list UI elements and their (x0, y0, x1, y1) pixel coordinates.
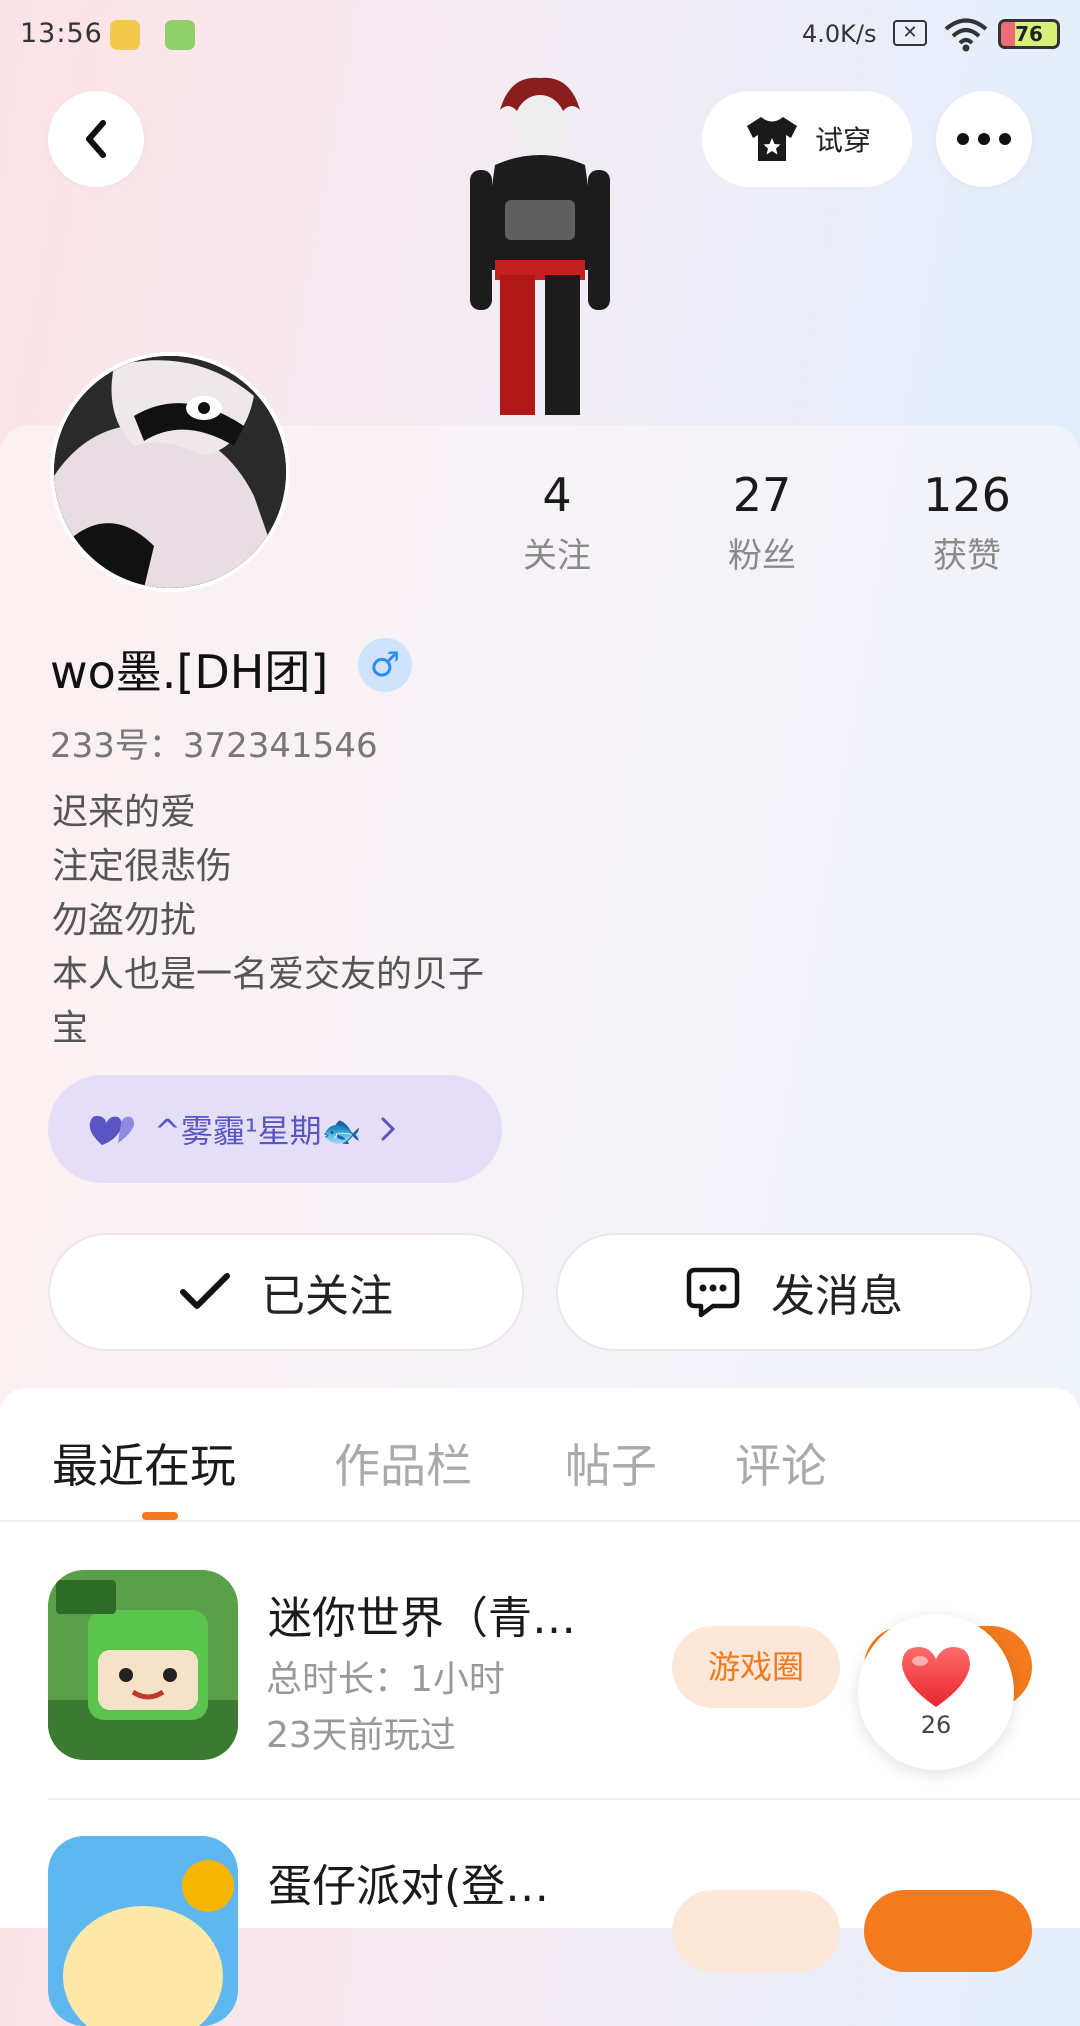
bio-line: 迟来的爱 (52, 792, 197, 833)
more-options-button[interactable] (936, 91, 1032, 187)
like-float-button[interactable]: 26 (858, 1614, 1014, 1770)
bio-line: 本人也是一名爱交友的贝子 (52, 954, 485, 995)
row-divider (48, 1798, 1080, 1800)
avatar-3d-character[interactable] (440, 70, 640, 430)
like-count: 26 (920, 1711, 952, 1739)
tab-posts[interactable]: 帖子 (565, 1430, 657, 1496)
bio: 迟来的爱 注定很悲伤 勿盗勿扰 本人也是一名爱交友的贝子 宝 (52, 786, 484, 1056)
heart-icon (902, 1647, 970, 1707)
send-message-button[interactable]: 发消息 (556, 1233, 1032, 1351)
chevron-left-icon (86, 120, 106, 158)
battery-indicator: 76 (998, 19, 1060, 49)
tab-works[interactable]: 作品栏 (334, 1430, 472, 1496)
group-link[interactable]: ^雾霾¹星期🐟 (48, 1075, 502, 1183)
avatar[interactable] (50, 352, 290, 592)
app-notification-icon (110, 20, 140, 50)
followers-count: 27 (732, 468, 792, 522)
group-label: ^雾霾¹星期🐟 (154, 1112, 362, 1150)
active-tab-indicator (142, 1512, 178, 1520)
game-circle-button[interactable] (672, 1890, 840, 1972)
username: wo墨.[DH团] (50, 645, 329, 699)
game-icon-eggy-party[interactable] (48, 1836, 238, 2026)
stat-following[interactable]: 4 关注 (492, 468, 622, 577)
check-icon (180, 1273, 230, 1309)
followed-button[interactable]: 已关注 (48, 1233, 524, 1351)
following-count: 4 (542, 468, 572, 522)
network-speed: 4.0K/s (802, 20, 877, 48)
likes-label: 获赞 (933, 536, 1001, 576)
status-time: 13:56 (20, 18, 103, 49)
followed-label: 已关注 (261, 1271, 393, 1322)
followers-label: 粉丝 (728, 536, 796, 576)
bio-line: 注定很悲伤 (52, 846, 233, 887)
back-button[interactable] (48, 91, 144, 187)
game-icon-mini-world[interactable] (48, 1570, 238, 1760)
send-message-label: 发消息 (771, 1271, 903, 1322)
stat-likes[interactable]: 126 获赞 (902, 468, 1032, 577)
user-id[interactable]: 233号：372341546 (50, 718, 378, 767)
likes-count: 126 (923, 468, 1011, 522)
wechat-notification-icon (165, 20, 195, 50)
tshirt-icon (746, 117, 797, 161)
no-sim-icon: ✕ (893, 20, 927, 46)
stat-followers[interactable]: 27 粉丝 (697, 468, 827, 577)
bio-line: 宝 (52, 1008, 89, 1049)
game-last-played: 23天前玩过 (266, 1715, 456, 1756)
chat-bubble-icon (686, 1267, 740, 1318)
double-heart-icon (89, 1115, 134, 1145)
tab-recently-played[interactable]: 最近在玩 (52, 1430, 236, 1496)
chevron-right-icon (381, 1117, 395, 1141)
following-label: 关注 (523, 536, 591, 576)
gender-male-icon: ♂ (358, 638, 412, 692)
game-circle-button[interactable]: 游戏圈 (672, 1626, 840, 1708)
status-bar: 13:56 4.0K/s ✕ 76 (0, 0, 1080, 70)
play-game-button[interactable] (864, 1890, 1032, 1972)
tabs-divider (0, 1520, 1080, 1522)
tab-comments[interactable]: 评论 (735, 1430, 827, 1496)
try-on-button[interactable]: 试穿 (702, 91, 912, 187)
more-dots-icon (957, 133, 1011, 145)
game-name[interactable]: 蛋仔派对(登… (268, 1850, 549, 1914)
bio-line: 勿盗勿扰 (52, 900, 197, 941)
game-name[interactable]: 迷你世界（青… (268, 1582, 576, 1646)
wifi-icon (944, 18, 988, 52)
game-playtime: 总时长：1小时 (266, 1659, 505, 1700)
try-on-label: 试穿 (814, 124, 871, 157)
